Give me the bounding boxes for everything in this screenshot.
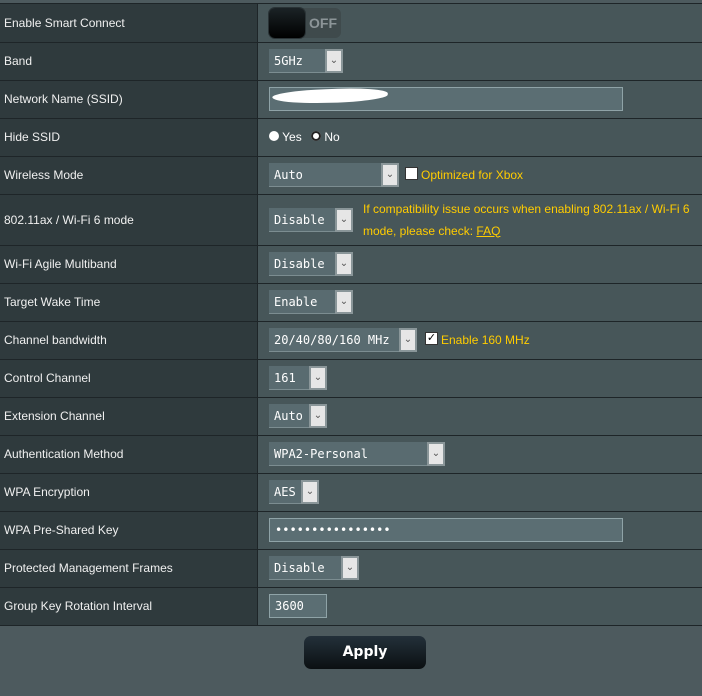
row-ax-mode: 802.11ax / Wi-Fi 6 mode Disable ⌄ If comp… xyxy=(0,194,702,245)
row-smart-connect: Enable Smart Connect OFF xyxy=(0,4,702,42)
wireless-mode-select[interactable]: Auto ⌄ xyxy=(269,163,399,187)
wpa-encryption-select[interactable]: AES ⌄ xyxy=(269,480,319,504)
row-hide-ssid: Hide SSID Yes No xyxy=(0,118,702,156)
no-label: No xyxy=(324,130,340,144)
label: Enable Smart Connect xyxy=(0,4,258,42)
row-wpa-encryption: WPA Encryption AES ⌄ xyxy=(0,473,702,511)
label: Protected Management Frames xyxy=(0,549,258,587)
band-select[interactable]: 5GHz ⌄ xyxy=(269,49,343,73)
note-text: mode, please check: xyxy=(363,223,477,238)
chevron-down-icon: ⌄ xyxy=(309,366,327,390)
xbox-checkbox-label: Optimized for Xbox xyxy=(421,168,524,182)
auth-method-select[interactable]: WPA2-Personal ⌄ xyxy=(269,442,445,466)
faq-link[interactable]: FAQ xyxy=(476,224,500,238)
row-ssid: Network Name (SSID) xyxy=(0,80,702,118)
row-auth-method: Authentication Method WPA2-Personal ⌄ xyxy=(0,435,702,473)
wireless-settings-form: Enable Smart Connect OFF Band 5GHz ⌄ Netw… xyxy=(0,4,702,626)
chevron-down-icon: ⌄ xyxy=(341,556,359,580)
row-control-channel: Control Channel 161 ⌄ xyxy=(0,359,702,397)
control-channel-select[interactable]: 161 ⌄ xyxy=(269,366,327,390)
chevron-down-icon: ⌄ xyxy=(309,404,327,428)
smart-connect-toggle[interactable]: OFF xyxy=(269,7,341,38)
extension-channel-select[interactable]: Auto ⌄ xyxy=(269,404,327,428)
label: 802.11ax / Wi-Fi 6 mode xyxy=(0,194,258,245)
row-group-key: Group Key Rotation Interval 3600 xyxy=(0,587,702,625)
chevron-down-icon: ⌄ xyxy=(427,442,445,466)
apply-bar: Apply xyxy=(0,626,702,679)
row-psk: WPA Pre-Shared Key •••••••••••••••• xyxy=(0,511,702,549)
chevron-down-icon: ⌄ xyxy=(335,252,353,276)
ax-mode-select[interactable]: Disable ⌄ xyxy=(269,207,353,232)
label: Network Name (SSID) xyxy=(0,80,258,118)
hide-ssid-no-radio[interactable] xyxy=(311,130,322,141)
enable-160mhz-label: Enable 160 MHz xyxy=(441,333,530,347)
chevron-down-icon: ⌄ xyxy=(381,163,399,187)
hide-ssid-yes-radio[interactable] xyxy=(269,130,279,141)
row-agile-multiband: Wi-Fi Agile Multiband Disable ⌄ xyxy=(0,245,702,283)
psk-input[interactable]: •••••••••••••••• xyxy=(269,518,623,542)
chevron-down-icon: ⌄ xyxy=(325,49,343,73)
label: Authentication Method xyxy=(0,435,258,473)
label: Band xyxy=(0,42,258,80)
target-wake-time-select[interactable]: Enable ⌄ xyxy=(269,290,353,314)
label: Wireless Mode xyxy=(0,156,258,194)
label: WPA Encryption xyxy=(0,473,258,511)
chevron-down-icon: ⌄ xyxy=(335,290,353,314)
note-line: If compatibility issue occurs when enabl… xyxy=(363,201,690,216)
compatibility-note: If compatibility issue occurs when enabl… xyxy=(363,198,690,242)
row-pmf: Protected Management Frames Disable ⌄ xyxy=(0,549,702,587)
group-key-interval-input[interactable]: 3600 xyxy=(269,594,327,618)
row-band: Band 5GHz ⌄ xyxy=(0,42,702,80)
channel-bandwidth-select[interactable]: 20/40/80/160 MHz ⌄ xyxy=(269,328,417,352)
toggle-knob xyxy=(269,7,305,38)
yes-label: Yes xyxy=(282,130,302,144)
row-channel-bandwidth: Channel bandwidth 20/40/80/160 MHz ⌄ ✓ En… xyxy=(0,321,702,359)
redaction-mark xyxy=(271,85,389,107)
row-target-wake-time: Target Wake Time Enable ⌄ xyxy=(0,283,702,321)
label: WPA Pre-Shared Key xyxy=(0,511,258,549)
xbox-optimize-checkbox[interactable] xyxy=(405,166,418,180)
row-wireless-mode: Wireless Mode Auto ⌄ Optimized for Xbox xyxy=(0,156,702,194)
enable-160mhz-checkbox[interactable]: ✓ xyxy=(425,331,438,345)
label: Wi-Fi Agile Multiband xyxy=(0,245,258,283)
row-extension-channel: Extension Channel Auto ⌄ xyxy=(0,397,702,435)
label: Target Wake Time xyxy=(0,283,258,321)
chevron-down-icon: ⌄ xyxy=(335,207,353,232)
chevron-down-icon: ⌄ xyxy=(399,328,417,352)
label: Extension Channel xyxy=(0,397,258,435)
label: Group Key Rotation Interval xyxy=(0,587,258,625)
pmf-select[interactable]: Disable ⌄ xyxy=(269,556,359,580)
label: Channel bandwidth xyxy=(0,321,258,359)
note-line: mode, please check: FAQ xyxy=(363,220,690,242)
agile-multiband-select[interactable]: Disable ⌄ xyxy=(269,252,353,276)
ssid-input[interactable] xyxy=(269,85,623,111)
label: Hide SSID xyxy=(0,118,258,156)
label: Control Channel xyxy=(0,359,258,397)
chevron-down-icon: ⌄ xyxy=(301,480,319,504)
apply-button[interactable]: Apply xyxy=(304,635,426,669)
